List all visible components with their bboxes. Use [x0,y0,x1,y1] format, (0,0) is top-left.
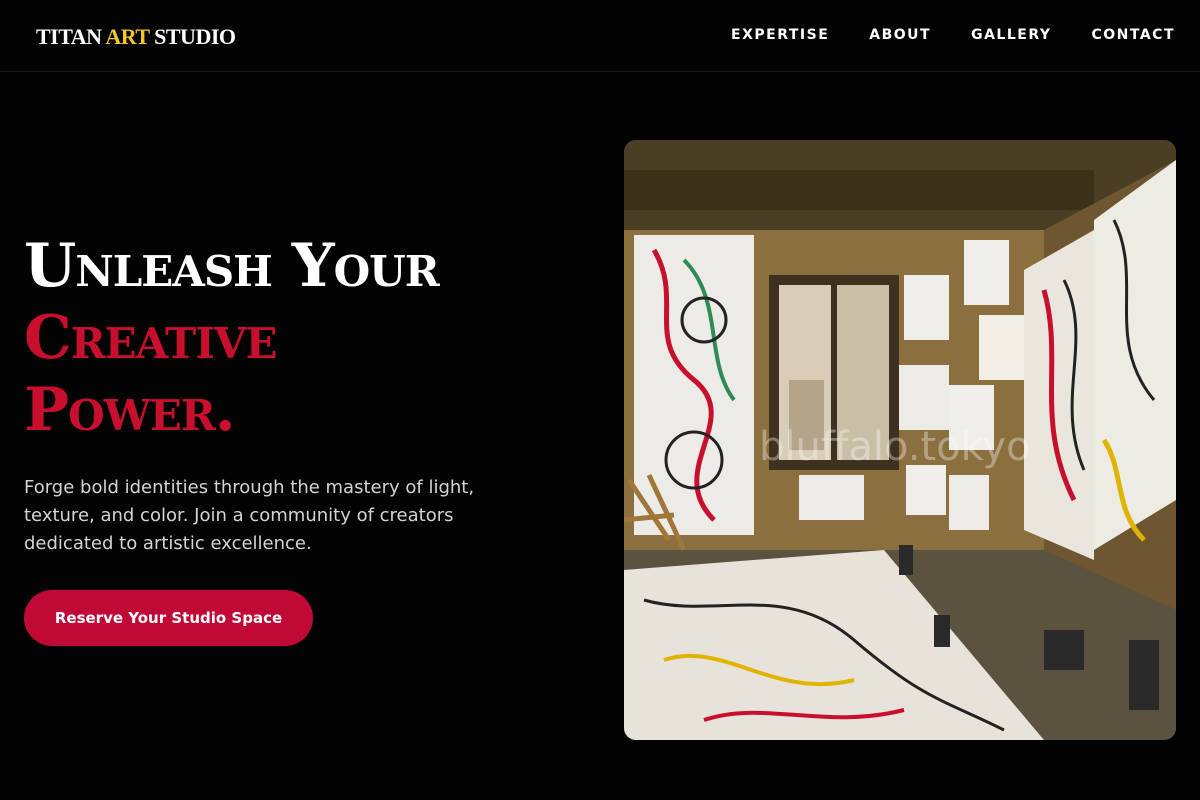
brand-logo[interactable]: TITAN ART STUDIO [36,24,236,50]
brand-word-art: ART [105,24,150,49]
hero-headline: Unleash Your Creative Power. [24,230,440,446]
nav-link-expertise[interactable]: EXPERTISE [731,27,829,43]
main-menu: EXPERTISE ABOUT GALLERY CONTACT [691,27,1175,43]
nav-link-about[interactable]: ABOUT [869,27,931,43]
headline-line-3: Power. [24,375,236,445]
brand-word-studio: STUDIO [154,24,236,49]
hero-subtitle: Forge bold identities through the master… [24,477,475,554]
image-watermark: bluffalo.tokyo [759,424,1031,470]
art-studio-photo: bluffalo.tokyo [624,140,1176,740]
headline-line-1: Unleash Your [24,231,440,301]
studio-illustration: bluffalo.tokyo [624,140,1176,740]
brand-word-titan: TITAN [36,24,102,49]
headline-line-2: Creative [24,303,277,373]
reserve-studio-button[interactable]: Reserve Your Studio Space [24,590,313,646]
nav-link-gallery[interactable]: GALLERY [971,27,1051,43]
top-nav: TITAN ART STUDIO EXPERTISE ABOUT GALLERY… [0,0,1200,72]
nav-link-contact[interactable]: CONTACT [1091,27,1175,43]
